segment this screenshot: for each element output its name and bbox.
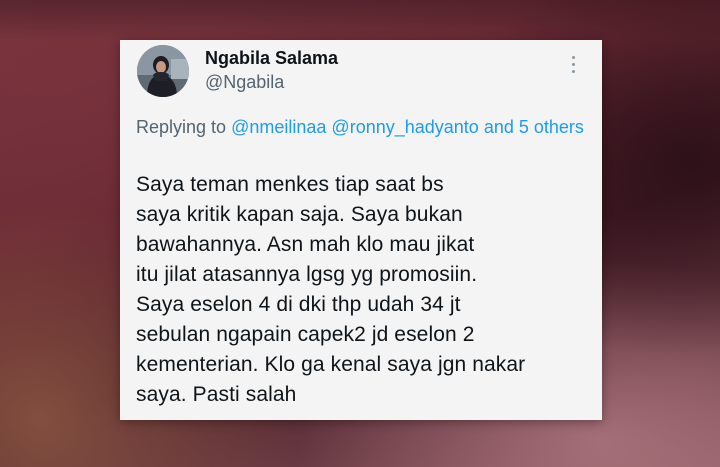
replying-prefix: Replying to (136, 117, 227, 137)
mention-link[interactable]: @ronny_hadyanto (331, 117, 478, 137)
tweet-text-line: saya kritik kapan saja. Saya bukan (136, 203, 463, 226)
tweet-text: Saya teman menkes tiap saat bs saya krit… (136, 170, 596, 410)
tweet-card: Ngabila Salama @Ngabila Replying to @nme… (120, 40, 602, 420)
author-handle[interactable]: @Ngabila (205, 72, 284, 93)
tweet-text-line: Saya eselon 4 di dki thp udah 34 jt (136, 293, 461, 316)
tweet-text-line: Saya teman menkes tiap saat bs (136, 173, 444, 196)
tweet-text-line: kementerian. Klo ga kenal saya jgn nakar (136, 353, 526, 376)
more-vertical-icon[interactable] (568, 56, 578, 78)
mention-link[interactable]: @nmeilinaa (231, 117, 326, 137)
others-link[interactable]: 5 others (519, 117, 584, 137)
tweet-text-line: saya. Pasti salah (136, 383, 297, 406)
avatar-photo (137, 45, 189, 97)
author-display-name[interactable]: Ngabila Salama (205, 48, 338, 69)
avatar[interactable] (137, 45, 189, 97)
tweet-text-line: sebulan ngapain capek2 jd eselon 2 (136, 323, 475, 346)
tweet-text-line: itu jilat atasannya lgsg yg promosiin. (136, 263, 478, 286)
replying-to: Replying to @nmeilinaa @ronny_hadyanto a… (136, 115, 586, 140)
tweet-text-line: bawahannya. Asn mah klo mau jikat (136, 233, 475, 256)
background-shade (0, 0, 720, 40)
mention-conjunction[interactable]: and (484, 117, 514, 137)
